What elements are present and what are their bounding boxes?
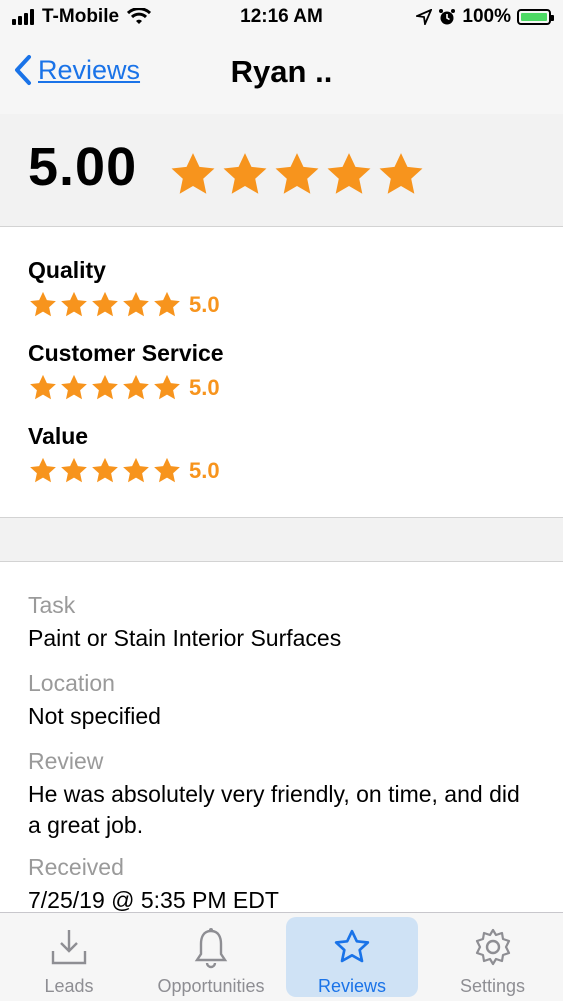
status-bar: T-Mobile 12:16 AM 100% <box>0 0 563 36</box>
tab-leads[interactable]: Leads <box>0 913 138 1001</box>
category-label: Quality <box>28 257 106 283</box>
tab-reviews[interactable]: Reviews <box>286 917 418 997</box>
category-customer-service: Customer Service 5.0 <box>28 340 224 403</box>
category-stars <box>28 456 182 486</box>
review-label: Review <box>28 748 104 774</box>
star-icon <box>92 291 118 317</box>
tab-label: Opportunities <box>157 976 265 996</box>
star-icon <box>154 457 180 483</box>
star-icon <box>154 374 180 400</box>
bell-icon <box>194 928 228 969</box>
overall-score: 5.00 <box>28 137 138 197</box>
tab-opportunities[interactable]: Opportunities <box>138 913 284 1001</box>
category-ratings: Quality 5.0 Customer Service 5.0 Value 5… <box>0 227 563 518</box>
download-tray-icon <box>51 930 87 965</box>
star-icon <box>61 457 87 483</box>
star-icon <box>123 374 149 400</box>
overall-rating: 5.00 <box>0 114 563 227</box>
star-icon <box>30 457 56 483</box>
star-icon <box>154 291 180 317</box>
task-value: Paint or Stain Interior Surfaces <box>28 625 342 651</box>
tab-bar: Leads Opportunities Reviews Settings <box>0 912 563 1001</box>
location-arrow-icon <box>416 9 433 25</box>
star-outline-icon <box>334 929 370 963</box>
star-icon <box>123 457 149 483</box>
star-icon <box>61 374 87 400</box>
review-details: Task Paint or Stain Interior Surfaces Lo… <box>0 562 563 913</box>
category-value: Value 5.0 <box>28 423 220 486</box>
category-quality: Quality 5.0 <box>28 257 220 320</box>
category-label: Value <box>28 423 89 449</box>
star-icon <box>30 374 56 400</box>
status-right: 100% <box>416 6 554 28</box>
review-text: He was absolutely very friendly, on time… <box>28 781 520 838</box>
page-title: Ryan .. <box>230 54 333 89</box>
category-label: Customer Service <box>28 340 224 366</box>
star-icon <box>223 153 267 194</box>
category-score: 5.0 <box>189 458 220 483</box>
star-icon <box>327 153 371 194</box>
navigation-bar: Reviews Ryan .. <box>0 36 563 115</box>
gear-icon <box>475 928 510 966</box>
location-label: Location <box>28 670 115 696</box>
star-icon <box>123 291 149 317</box>
star-icon <box>92 457 118 483</box>
tab-settings[interactable]: Settings <box>422 913 563 1001</box>
star-icon <box>61 291 87 317</box>
tab-label: Reviews <box>317 976 387 996</box>
star-icon <box>30 291 56 317</box>
star-icon <box>275 153 319 194</box>
location-value: Not specified <box>28 703 161 729</box>
battery-percent: 100% <box>462 6 511 27</box>
category-stars <box>28 290 182 320</box>
tab-label: Settings <box>459 976 526 996</box>
star-icon <box>92 374 118 400</box>
tab-label: Leads <box>44 976 94 996</box>
star-icon <box>379 153 423 194</box>
overall-stars <box>168 150 426 200</box>
category-score: 5.0 <box>189 292 220 317</box>
task-label: Task <box>28 592 76 618</box>
received-label: Received <box>28 854 124 880</box>
category-stars <box>28 373 182 403</box>
category-score: 5.0 <box>189 375 220 400</box>
section-spacer <box>0 518 563 562</box>
alarm-icon <box>439 9 456 25</box>
battery-icon <box>517 9 554 25</box>
star-icon <box>171 153 215 194</box>
